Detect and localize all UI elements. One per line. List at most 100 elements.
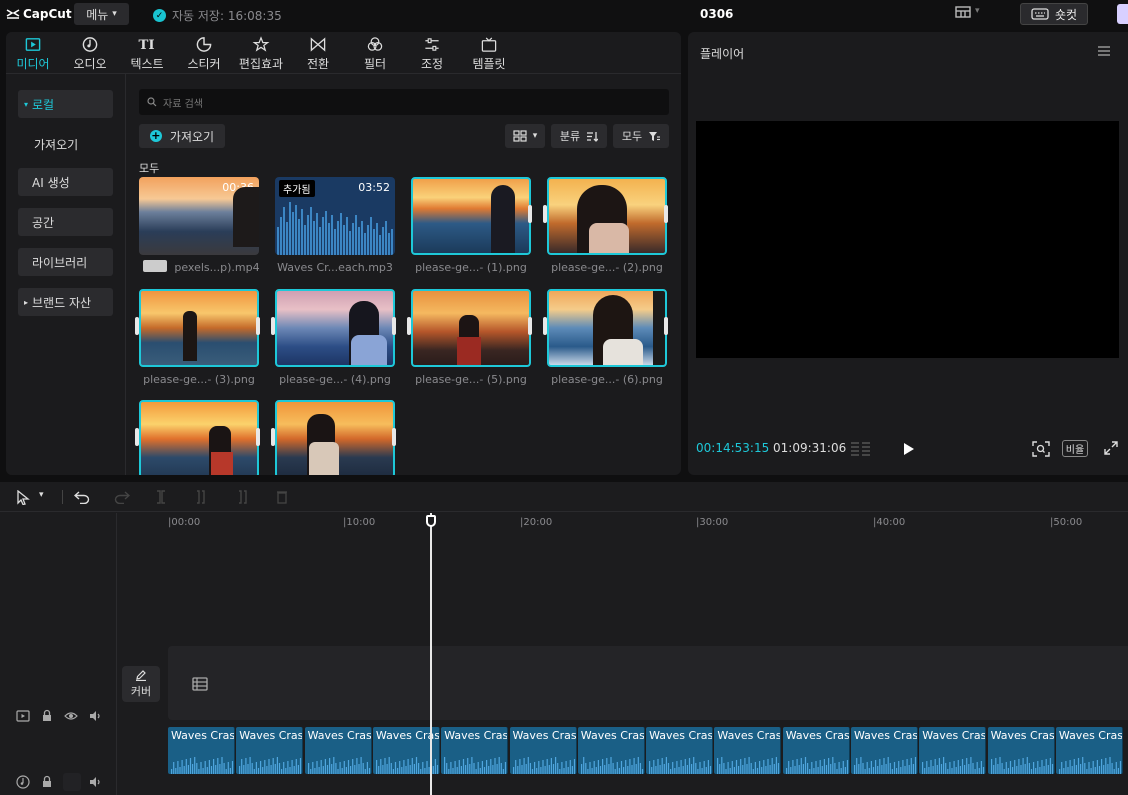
media-item-image[interactable]: [411, 289, 531, 367]
cover-button[interactable]: 커버: [122, 666, 160, 702]
tab-text[interactable]: TI 텍스트: [129, 36, 165, 72]
split-icon[interactable]: [155, 490, 167, 504]
menu-icon[interactable]: [1098, 46, 1110, 56]
upgrade-button[interactable]: [1117, 4, 1128, 24]
audio-clip[interactable]: Waves Crash: [577, 727, 645, 774]
select-cursor-icon[interactable]: [16, 490, 30, 505]
template-icon: [481, 37, 497, 52]
import-button[interactable]: + 가져오기: [139, 124, 225, 148]
audio-clip-label: Waves Crash: [922, 729, 987, 742]
media-item-image[interactable]: [139, 289, 259, 367]
audio-clip[interactable]: Waves Crash: [1055, 727, 1123, 774]
shortcut-button[interactable]: 숏컷: [1020, 3, 1088, 25]
media-item-image[interactable]: [547, 177, 667, 255]
sidebar-item-local[interactable]: ▾ 로컬: [18, 90, 113, 118]
player-title: 플레이어: [700, 47, 745, 61]
eye-icon[interactable]: [64, 709, 78, 723]
track-toggle-placeholder: [63, 773, 81, 791]
play-icon[interactable]: [903, 442, 915, 456]
ratio-button[interactable]: 비율: [1062, 440, 1088, 457]
media-item-audio[interactable]: 추가됨 03:52: [275, 177, 395, 255]
timecode-list-icon[interactable]: [850, 441, 872, 457]
funnel-icon: [649, 131, 661, 141]
media-item-image[interactable]: [547, 289, 667, 367]
clip-handle[interactable]: [256, 428, 260, 446]
clip-handle[interactable]: [135, 428, 139, 446]
playhead-handle[interactable]: [426, 515, 436, 527]
autosave-status: ✓ 자동 저장: 16:08:35: [153, 7, 282, 24]
delete-right-icon[interactable]: [236, 490, 248, 504]
lock-icon[interactable]: [40, 709, 54, 723]
audio-clip[interactable]: Waves Crash: [919, 727, 987, 774]
clip-handle[interactable]: [543, 205, 547, 223]
redo-icon[interactable]: [114, 490, 130, 504]
sidebar-item-brand-assets[interactable]: ▸ 브랜드 자산: [18, 288, 113, 316]
menu-button[interactable]: 메뉴 ▾: [74, 3, 129, 25]
search-icon: [147, 97, 157, 107]
filter-button[interactable]: 모두: [613, 124, 669, 148]
zoom-fit-icon[interactable]: [1032, 441, 1050, 457]
tab-sticker[interactable]: 스티커: [186, 36, 222, 72]
clip-handle[interactable]: [528, 205, 532, 223]
undo-icon[interactable]: [74, 490, 90, 504]
sidebar-item-library[interactable]: 라이브러리: [18, 248, 113, 276]
playhead[interactable]: [430, 513, 432, 795]
media-item-image[interactable]: [275, 289, 395, 367]
search-input[interactable]: 자료 검색: [139, 89, 669, 115]
tab-media[interactable]: 미디어: [15, 36, 51, 72]
audio-clip[interactable]: Waves Crash: [782, 727, 850, 774]
audio-clip[interactable]: Waves Crash: [851, 727, 918, 774]
main-video-track[interactable]: [168, 646, 1128, 720]
audio-clip[interactable]: Waves Crash: [646, 727, 714, 774]
speaker-icon[interactable]: [88, 775, 102, 789]
tab-effects[interactable]: 편집효과: [237, 36, 285, 72]
audio-clip[interactable]: Waves Crash: [304, 727, 372, 774]
sidebar-item-space[interactable]: 공간: [18, 208, 113, 236]
sidebar-item-import[interactable]: 가져오기: [18, 130, 113, 158]
clip-handle[interactable]: [271, 317, 275, 335]
project-title[interactable]: 0306: [700, 7, 733, 21]
preview-screen[interactable]: [696, 121, 1119, 358]
tab-template[interactable]: 템플릿: [471, 36, 507, 72]
media-item-video[interactable]: 00:36: [139, 177, 259, 255]
media-item-image[interactable]: [411, 177, 531, 255]
view-toggle-button[interactable]: ▾: [505, 124, 545, 148]
sidebar-item-ai-generate[interactable]: AI 생성: [18, 168, 113, 196]
trash-icon[interactable]: [276, 490, 288, 504]
audio-clip[interactable]: Waves Crash: [714, 727, 782, 774]
audio-clip[interactable]: Waves Crash: [168, 727, 235, 774]
clip-handle[interactable]: [271, 428, 275, 446]
audio-clip[interactable]: Waves Crash: [509, 727, 577, 774]
tab-filter[interactable]: 필터: [357, 36, 393, 72]
capcut-logo-icon: [6, 9, 20, 19]
clip-handle[interactable]: [664, 205, 668, 223]
audio-clip[interactable]: Waves Crash: [987, 727, 1055, 774]
clip-handle[interactable]: [392, 428, 396, 446]
chevron-down-icon[interactable]: ▾: [39, 490, 44, 500]
sort-button[interactable]: 분류: [551, 124, 607, 148]
timeline-ruler[interactable]: |00:00 |10:00 |20:00 |30:00 |40:00 |50:0…: [118, 513, 1128, 535]
clip-handle[interactable]: [528, 317, 532, 335]
clip-handle[interactable]: [664, 317, 668, 335]
fullscreen-icon[interactable]: [1104, 441, 1118, 455]
player-panel: 플레이어 00:14:53:15 01:09:31:06 비율: [688, 32, 1128, 475]
delete-left-icon[interactable]: [195, 490, 207, 504]
plus-icon: +: [149, 129, 162, 142]
clip-handle[interactable]: [256, 317, 260, 335]
media-item-caption: please-ge...- (6).png: [551, 373, 663, 386]
audio-clip[interactable]: Waves Crash: [236, 727, 304, 774]
tab-transition[interactable]: 전환: [300, 36, 336, 72]
clip-handle[interactable]: [543, 317, 547, 335]
layout-button[interactable]: ▾: [955, 6, 980, 18]
media-item-image[interactable]: [275, 400, 395, 475]
tab-adjust[interactable]: 조정: [414, 36, 450, 72]
speaker-icon[interactable]: [88, 709, 102, 723]
audio-clip[interactable]: Waves Crash: [441, 727, 509, 774]
clip-handle[interactable]: [135, 317, 139, 335]
clip-handle[interactable]: [392, 317, 396, 335]
media-item-image[interactable]: [139, 400, 259, 475]
clip-handle[interactable]: [407, 317, 411, 335]
capcut-logo: CapCut: [6, 7, 72, 21]
tab-audio[interactable]: 오디오: [72, 36, 108, 72]
lock-icon[interactable]: [40, 775, 54, 789]
